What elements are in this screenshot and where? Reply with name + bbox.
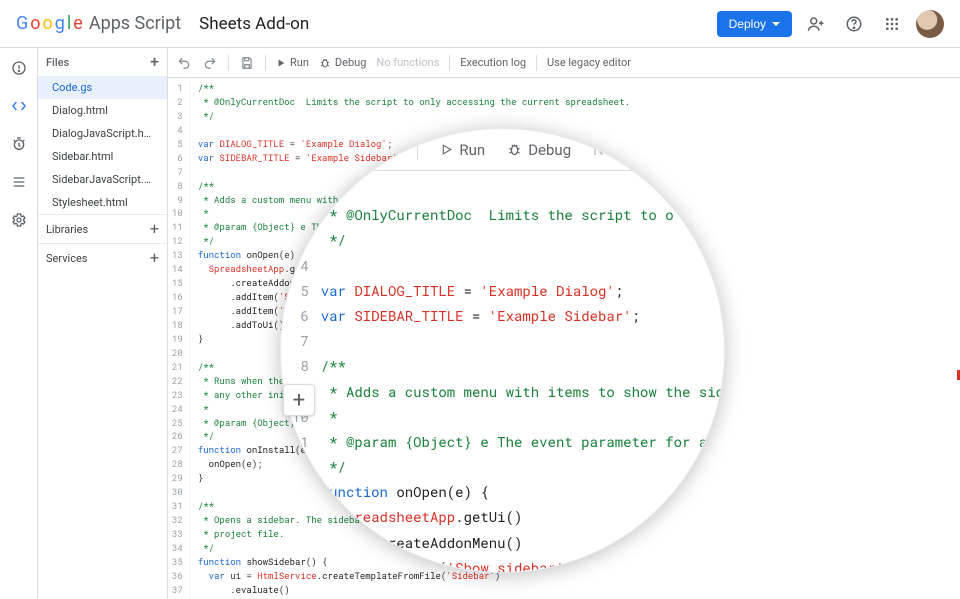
magnifier: Run Debug No fu 1 2 3 4 5 6 7 8 9 10 11 … <box>280 128 725 573</box>
add-file-button[interactable]: + <box>150 54 159 70</box>
deploy-button[interactable]: Deploy <box>717 11 792 37</box>
add-library-button[interactable]: + <box>150 221 159 237</box>
left-rail <box>0 48 38 599</box>
account-avatar[interactable] <box>916 10 944 38</box>
files-header: Files + <box>38 48 167 76</box>
file-item[interactable]: Code.gs <box>38 76 167 99</box>
debug-button[interactable]: Debug <box>319 56 366 69</box>
file-item[interactable]: DialogJavaScript.html <box>38 122 167 145</box>
file-item[interactable]: Stylesheet.html <box>38 191 167 214</box>
settings-rail-icon[interactable] <box>7 208 31 232</box>
file-list: Code.gsDialog.htmlDialogJavaScript.htmlS… <box>38 76 167 214</box>
line-gutter: 1 2 3 4 5 6 7 8 9 10 11 12 13 14 15 16 1… <box>168 78 190 599</box>
function-select[interactable]: No functions <box>376 56 439 69</box>
overview-icon[interactable] <box>7 56 31 80</box>
file-item[interactable]: Sidebar.html <box>38 145 167 168</box>
save-icon[interactable] <box>239 55 255 71</box>
file-explorer: Files + Code.gsDialog.htmlDialogJavaScri… <box>38 48 168 599</box>
project-title[interactable]: Sheets Add-on <box>199 14 309 34</box>
editor-toolbar: Run Debug No functions Execution log Use… <box>168 48 960 78</box>
services-section[interactable]: Services + <box>38 243 167 272</box>
files-header-label: Files <box>46 56 69 69</box>
libraries-label: Libraries <box>46 223 88 236</box>
help-icon[interactable] <box>840 10 868 38</box>
deploy-label: Deploy <box>729 17 766 31</box>
executions-icon[interactable] <box>7 170 31 194</box>
google-apps-script-logo: Google Apps Script <box>16 13 181 34</box>
logo-text: Apps Script <box>89 13 181 34</box>
file-item[interactable]: Dialog.html <box>38 99 167 122</box>
mag-run-button: Run <box>440 141 485 159</box>
execution-log-button[interactable]: Execution log <box>460 56 526 69</box>
apps-grid-icon[interactable] <box>878 10 906 38</box>
file-item[interactable]: SidebarJavaScript.html <box>38 168 167 191</box>
triggers-icon[interactable] <box>7 132 31 156</box>
legacy-editor-button[interactable]: Use legacy editor <box>547 56 631 69</box>
services-label: Services <box>46 252 87 265</box>
add-user-icon[interactable] <box>802 10 830 38</box>
floating-add-button[interactable]: + <box>283 384 315 416</box>
top-bar: Google Apps Script Sheets Add-on Deploy <box>0 0 960 48</box>
editor-icon[interactable] <box>7 94 31 118</box>
mag-debug-button: Debug <box>507 141 571 159</box>
redo-icon[interactable] <box>202 55 218 71</box>
run-button[interactable]: Run <box>276 56 309 69</box>
undo-icon[interactable] <box>176 55 192 71</box>
libraries-section[interactable]: Libraries + <box>38 214 167 243</box>
add-service-button[interactable]: + <box>150 250 159 266</box>
